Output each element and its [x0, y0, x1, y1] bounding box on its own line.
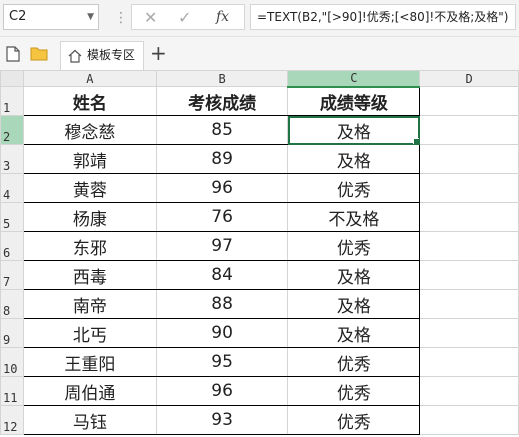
grade-cell[interactable]: 不及格 — [287, 202, 421, 232]
empty-cell[interactable] — [419, 289, 519, 319]
score-cell[interactable]: 89 — [155, 144, 289, 174]
score-cell[interactable]: 90 — [155, 318, 289, 348]
empty-cell[interactable] — [419, 202, 519, 232]
name-cell[interactable]: 王重阳 — [22, 347, 157, 377]
empty-cell[interactable] — [419, 115, 519, 145]
grade-cell[interactable]: 及格 — [287, 289, 421, 319]
grade-cell-text: 及格 — [336, 122, 371, 143]
grade-cell[interactable]: 及格 — [287, 144, 421, 174]
row-header[interactable]: 2 — [0, 115, 24, 145]
empty-cell[interactable] — [419, 347, 519, 377]
name-cell[interactable]: 郭靖 — [22, 144, 157, 174]
home-icon — [68, 49, 82, 63]
grade-cell[interactable]: 优秀 — [287, 231, 421, 261]
score-cell[interactable]: 84 — [155, 260, 289, 290]
name-cell[interactable]: 黄蓉 — [22, 173, 157, 203]
score-cell[interactable]: 96 — [155, 173, 289, 203]
header-cell-name[interactable]: 姓名 — [22, 86, 157, 116]
empty-cell[interactable] — [419, 405, 519, 435]
grade-cell[interactable]: 优秀 — [287, 347, 421, 377]
grade-cell-selected[interactable]: 及格 — [287, 115, 421, 145]
name-cell[interactable]: 穆念慈 — [22, 115, 157, 145]
spreadsheet-grid: A B C D 1 姓名 考核成绩 成绩等级 2 穆念慈 85 及格 3 郭靖 … — [0, 70, 519, 435]
name-box[interactable]: C2 ▼ — [3, 4, 99, 30]
row-header[interactable]: 4 — [0, 173, 24, 203]
formula-bar: C2 ▼ ⋮ ✕ ✓ fx =TEXT(B2,"[>90]!优秀;[<80]!不… — [0, 0, 519, 37]
chevron-down-icon[interactable]: ▼ — [87, 5, 94, 29]
grade-cell[interactable]: 及格 — [287, 318, 421, 348]
score-cell[interactable]: 76 — [155, 202, 289, 232]
header-cell-grade[interactable]: 成绩等级 — [287, 86, 421, 116]
row-header[interactable]: 11 — [0, 376, 24, 406]
row-header[interactable]: 6 — [0, 231, 24, 261]
row-header[interactable]: 10 — [0, 347, 24, 377]
row-header[interactable]: 12 — [0, 405, 24, 435]
insert-function-icon[interactable]: fx — [216, 9, 229, 25]
empty-cell[interactable] — [419, 144, 519, 174]
select-all-corner[interactable] — [0, 70, 24, 87]
new-file-icon[interactable] — [6, 46, 20, 62]
empty-cell[interactable] — [419, 231, 519, 261]
more-icon: ⋮ — [114, 10, 128, 26]
folder-icon[interactable] — [30, 46, 48, 61]
grade-cell[interactable]: 优秀 — [287, 405, 421, 435]
row-header[interactable]: 1 — [0, 86, 24, 116]
score-cell[interactable]: 93 — [155, 405, 289, 435]
name-cell[interactable]: 南帝 — [22, 289, 157, 319]
fill-handle[interactable] — [413, 138, 419, 144]
empty-cell[interactable] — [419, 376, 519, 406]
name-cell[interactable]: 周伯通 — [22, 376, 157, 406]
row-header[interactable]: 3 — [0, 144, 24, 174]
formula-buttons: ✕ ✓ fx — [131, 4, 245, 30]
row-header[interactable]: 5 — [0, 202, 24, 232]
name-cell[interactable]: 北丐 — [22, 318, 157, 348]
tab-bar: 模板专区 + — [0, 37, 519, 71]
score-cell[interactable]: 97 — [155, 231, 289, 261]
name-cell[interactable]: 杨康 — [22, 202, 157, 232]
row-header[interactable]: 7 — [0, 260, 24, 290]
grade-cell[interactable]: 优秀 — [287, 376, 421, 406]
column-header-c[interactable]: C — [287, 70, 421, 88]
row-header[interactable]: 8 — [0, 289, 24, 319]
add-tab-button[interactable]: + — [150, 43, 167, 63]
cancel-icon[interactable]: ✕ — [144, 8, 157, 27]
grade-cell[interactable]: 优秀 — [287, 173, 421, 203]
score-cell[interactable]: 95 — [155, 347, 289, 377]
name-cell[interactable]: 马钰 — [22, 405, 157, 435]
empty-cell[interactable] — [419, 86, 519, 116]
score-cell[interactable]: 85 — [155, 115, 289, 145]
name-cell[interactable]: 西毒 — [22, 260, 157, 290]
empty-cell[interactable] — [419, 318, 519, 348]
empty-cell[interactable] — [419, 260, 519, 290]
grade-cell[interactable]: 及格 — [287, 260, 421, 290]
name-box-value: C2 — [9, 9, 27, 24]
tab-template-zone[interactable]: 模板专区 — [60, 41, 144, 70]
score-cell[interactable]: 96 — [155, 376, 289, 406]
column-header-b[interactable]: B — [155, 70, 289, 87]
confirm-icon[interactable]: ✓ — [178, 8, 191, 27]
row-header[interactable]: 9 — [0, 318, 24, 348]
name-cell[interactable]: 东邪 — [22, 231, 157, 261]
empty-cell[interactable] — [419, 173, 519, 203]
score-cell[interactable]: 88 — [155, 289, 289, 319]
formula-input[interactable]: =TEXT(B2,"[>90]!优秀;[<80]!不及格;及格") — [250, 4, 516, 30]
column-header-d[interactable]: D — [419, 70, 519, 87]
header-cell-score[interactable]: 考核成绩 — [155, 86, 289, 116]
tab-label: 模板专区 — [87, 48, 136, 62]
column-header-a[interactable]: A — [22, 70, 157, 87]
